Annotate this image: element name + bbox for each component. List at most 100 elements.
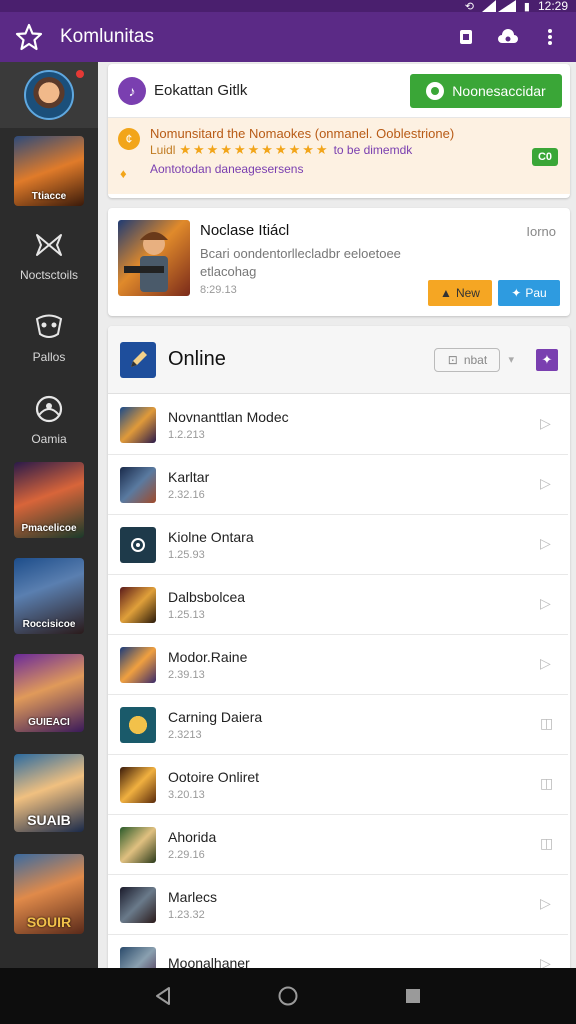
list-item-name: Marlecs [168, 888, 218, 905]
pencil-icon [120, 341, 156, 378]
profile-avatar-slot[interactable] [0, 62, 98, 128]
star-icon[interactable] [14, 22, 44, 52]
chevron-right-icon[interactable]: ▷ [540, 475, 554, 491]
rating-stars: ★★★★★★★★★★★ [179, 142, 330, 157]
chevron-right-icon[interactable]: ▷ [540, 895, 554, 911]
list-item[interactable]: Kiolne Ontara 1.25.93 ▷ [108, 515, 568, 575]
list-item[interactable]: Carning Daiera 2.3213 ◫ [108, 695, 568, 755]
new-button[interactable]: ▲ New [428, 280, 492, 306]
game-thumbnail [120, 886, 156, 923]
list-item-name: Ahorida [168, 828, 217, 845]
sidebar-game-3[interactable]: Roccisicoe [14, 558, 84, 634]
sidebar-game-1[interactable]: Ttiacce [14, 136, 84, 206]
filter-dropdown[interactable]: ⊡ nbat [434, 347, 501, 372]
system-nav-bar [0, 968, 576, 1024]
game-thumbnail [120, 706, 156, 743]
sidebar-game-4[interactable]: GUIEACI [14, 654, 84, 732]
back-icon[interactable] [148, 981, 178, 1011]
more-vert-icon[interactable] [538, 25, 562, 49]
open-square-icon[interactable]: ◫ [540, 715, 554, 731]
list-item-date: 3.20.13 [168, 788, 205, 801]
open-square-icon[interactable]: ◫ [540, 775, 554, 791]
star-badge-icon: ✦ [511, 286, 522, 300]
cloud-icon[interactable] [496, 25, 520, 49]
promo-prefix: Luidl [150, 143, 176, 157]
game-thumbnail [120, 586, 156, 623]
featured-more-link[interactable]: Iorno [526, 224, 556, 239]
list-item-date: 2.32.16 [168, 488, 205, 501]
chevron-right-icon[interactable]: ▷ [540, 595, 554, 611]
sidebar-game-label: Roccisicoe [22, 619, 76, 630]
chevron-down-icon[interactable]: ▾ [508, 353, 514, 366]
play-button[interactable]: ✦ Pau [498, 280, 560, 306]
online-title: Online [168, 348, 226, 370]
list-item[interactable]: Ootoire Onliret 3.20.13 ◫ [108, 755, 568, 815]
filter-label: nbat [463, 352, 488, 367]
sidebar-game-label: SUAIB [27, 812, 71, 828]
sidebar-item-label: Pallos [32, 350, 66, 364]
list-item[interactable]: Karltar 2.32.16 ▷ [108, 455, 568, 515]
list-item-name: Kiolne Ontara [168, 528, 254, 545]
add-button[interactable]: ✦ [536, 348, 558, 371]
promo-line-1: Nomunsitard the Nomaokes (onmanel. Ooble… [150, 126, 455, 141]
list-item[interactable]: Novnanttlan Modec 1.2.213 ▷ [108, 395, 568, 455]
signal-icon [481, 0, 516, 12]
featured-description: Bcari oondentorllecladbr eeloetoee etlac… [200, 246, 401, 279]
recents-icon[interactable] [398, 981, 428, 1011]
list-item[interactable]: Marlecs 1.23.32 ▷ [108, 875, 568, 935]
promo-link[interactable]: to be dimemdk [334, 142, 413, 158]
sidebar-item-pallos[interactable]: Pallos [0, 310, 98, 364]
list-item[interactable]: Dalbsbolcea 1.25.13 ▷ [108, 575, 568, 635]
album-icon[interactable] [454, 25, 478, 49]
toggle-dot-icon [426, 81, 445, 100]
sidebar-game-6[interactable]: SOUIR [14, 854, 84, 934]
new-button-label: New [455, 286, 480, 300]
list-item-name: Karltar [168, 468, 210, 485]
avatar[interactable] [24, 70, 74, 120]
list-item[interactable]: Ahorida 2.29.16 ◫ [108, 815, 568, 875]
sidebar-game-5[interactable]: SUAIB [14, 754, 84, 832]
list-item-name: Carning Daiera [168, 708, 263, 725]
notification-dot [76, 70, 84, 78]
open-square-icon[interactable]: ◫ [540, 835, 554, 851]
list-item[interactable]: Modor.Raine 2.39.13 ▷ [108, 635, 568, 695]
list-item-name: Dalbsbolcea [168, 588, 246, 605]
sync-icon: ⟲ [464, 0, 474, 13]
list-item-date: 1.2.213 [168, 428, 205, 441]
sidebar-item-label: Noctsctoils [19, 268, 78, 282]
notice-card: ♪ Eokattan Gitlk Noonesaccidar ¢ Nomunsi… [108, 64, 570, 198]
filter-icon: ⊡ [447, 352, 458, 367]
promo-line-2: Luidl ★★★★★★★★★★★ to be dimemdk [150, 142, 562, 158]
sidebar-game-label: SOUIR [26, 914, 72, 930]
recommend-button-label: Noonesaccidar [452, 82, 546, 99]
featured-title: Noclase Itiácl [200, 222, 290, 239]
list-item-date: 1.23.32 [168, 908, 205, 921]
notice-title: Eokattan Gitlk [154, 82, 248, 99]
chevron-right-icon[interactable]: ▷ [540, 955, 554, 968]
sidebar-item-label: Oamia [31, 432, 67, 446]
status-bar: ⟲ ▮ 12:29 [0, 0, 576, 13]
globe-icon [32, 392, 66, 426]
online-header: Online ⊡ nbat ▾ ✦ [108, 326, 570, 394]
home-icon[interactable] [273, 981, 303, 1011]
sidebar-game-label: Ttiacce [31, 191, 67, 202]
game-thumbnail [120, 946, 156, 968]
battery-icon: ▮ [523, 0, 530, 13]
sidebar: Ttiacce Noctsctoils Pallos Oamia Pmaceli… [0, 62, 98, 968]
chevron-right-icon[interactable]: ▷ [540, 415, 554, 431]
chevron-right-icon[interactable]: ▷ [540, 655, 554, 671]
sidebar-game-2[interactable]: Pmacelicoe [14, 462, 84, 538]
featured-card[interactable]: Noclase Itiácl Iorno Bcari oondentorllec… [108, 208, 570, 316]
chevron-right-icon[interactable]: ▷ [540, 535, 554, 551]
app-bar: Komlunitas [0, 12, 576, 62]
list-item[interactable]: Moonalhaner ▷ [108, 935, 568, 968]
featured-thumbnail [118, 220, 190, 296]
coin-icon: ¢ [118, 128, 140, 150]
sidebar-item-noctsctoils[interactable]: Noctsctoils [0, 228, 98, 282]
game-thumbnail [120, 406, 156, 443]
promo-banner[interactable]: ¢ Nomunsitard the Nomaokes (onmanel. Oob… [108, 118, 570, 194]
recommend-button[interactable]: Noonesaccidar [410, 73, 562, 108]
sidebar-item-oamia[interactable]: Oamia [0, 392, 98, 446]
wings-icon [32, 228, 66, 262]
promo-badge[interactable]: C0 [532, 148, 558, 166]
